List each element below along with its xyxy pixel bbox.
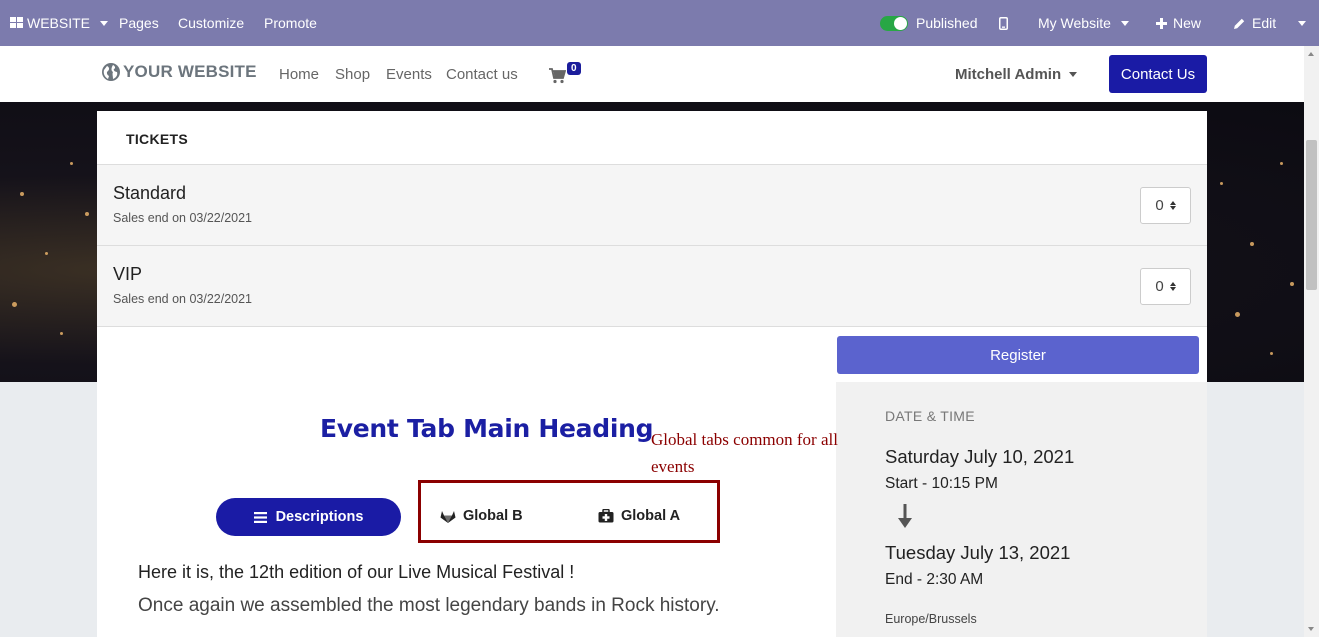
date-time-label: DATE & TIME	[885, 408, 975, 424]
bokeh-light	[60, 332, 63, 335]
website-menu-label: WEBSITE	[27, 15, 91, 31]
start-time: Start - 10:15 PM	[885, 475, 998, 492]
admin-topbar: WEBSITE Pages Customize Promote Publishe…	[0, 0, 1319, 46]
website-menu[interactable]: WEBSITE	[10, 0, 109, 46]
quantity-value: 0	[1155, 278, 1164, 295]
customize-label: Customize	[178, 15, 245, 31]
pencil-icon	[1234, 18, 1245, 29]
sort-arrows-icon	[1169, 201, 1176, 210]
arrow-down-icon	[898, 504, 912, 528]
logo-text: YOUR WEBSITE	[123, 62, 257, 81]
user-menu[interactable]: Mitchell Admin	[955, 66, 1078, 83]
bokeh-light	[70, 162, 73, 165]
page-scrollbar[interactable]	[1304, 46, 1319, 637]
published-label: Published	[916, 15, 978, 31]
nav-home[interactable]: Home	[279, 66, 319, 83]
scroll-thumb[interactable]	[1306, 140, 1317, 290]
more-menu[interactable]	[1298, 0, 1306, 46]
cart-count-badge: 0	[567, 62, 581, 75]
event-description-line: Once again we assembled the most legenda…	[138, 595, 720, 616]
user-name: Mitchell Admin	[955, 66, 1062, 83]
ticket-row: Standard Sales end on 03/22/2021 0	[97, 165, 1207, 246]
event-tab-heading: Event Tab Main Heading	[320, 414, 654, 443]
bokeh-light	[1290, 282, 1294, 286]
register-button[interactable]: Register	[837, 336, 1199, 374]
tickets-heading: TICKETS	[126, 131, 188, 147]
timezone: Europe/Brussels	[885, 612, 977, 626]
site-header: YOUR WEBSITE Home Shop Events Contact us…	[0, 46, 1304, 102]
shopping-cart-icon	[549, 68, 566, 84]
chevron-down-icon	[1069, 72, 1078, 77]
end-time: End - 2:30 AM	[885, 571, 984, 588]
customize-menu[interactable]: Customize	[178, 0, 244, 46]
bokeh-light	[12, 302, 17, 307]
ticket-name: Standard	[113, 183, 187, 203]
scroll-down-icon[interactable]	[1308, 627, 1314, 631]
chevron-down-icon	[1120, 20, 1129, 26]
ticket-quantity-select[interactable]: 0	[1140, 187, 1191, 224]
my-website-menu[interactable]: My Website	[1038, 0, 1129, 46]
end-date: Tuesday July 13, 2021	[885, 542, 1071, 563]
bokeh-light	[85, 212, 89, 216]
date-time-panel: DATE & TIME Saturday July 10, 2021 Start…	[836, 382, 1207, 637]
sort-arrows-icon	[1169, 282, 1176, 291]
bokeh-light	[1220, 182, 1223, 185]
tab-global-a[interactable]: Global A	[598, 508, 680, 524]
annotation-note: Global tabs common for all events	[651, 430, 838, 476]
apps-grid-icon	[10, 17, 23, 28]
ticket-sales-end: Sales end on 03/22/2021	[113, 292, 253, 306]
ticket-sales-end: Sales end on 03/22/2021	[113, 211, 253, 225]
bokeh-light	[1270, 352, 1273, 355]
tab-descriptions[interactable]: Descriptions	[216, 498, 401, 536]
bokeh-light	[45, 252, 48, 255]
toggle-switch-icon	[880, 15, 908, 31]
tab-global-b[interactable]: Global B	[440, 508, 523, 524]
new-button[interactable]: New	[1156, 0, 1201, 46]
plus-icon	[1156, 17, 1167, 29]
mobile-preview-button[interactable]	[999, 0, 1008, 46]
edit-button[interactable]: Edit	[1233, 0, 1276, 46]
promote-label: Promote	[264, 15, 317, 31]
published-toggle[interactable]: Published	[880, 0, 978, 46]
scroll-up-icon[interactable]	[1308, 52, 1314, 56]
pages-menu[interactable]: Pages	[119, 0, 159, 46]
contact-us-button[interactable]: Contact Us	[1109, 55, 1207, 93]
bars-icon	[253, 511, 267, 523]
quantity-value: 0	[1155, 197, 1164, 214]
medkit-icon	[598, 509, 614, 523]
tickets-header: TICKETS	[97, 111, 1207, 165]
nav-shop[interactable]: Shop	[335, 66, 370, 83]
bokeh-light	[1280, 162, 1283, 165]
tab-label: Global A	[621, 508, 681, 524]
site-logo[interactable]: YOUR WEBSITE	[101, 62, 257, 82]
bokeh-light	[1235, 312, 1240, 317]
promote-menu[interactable]: Promote	[264, 0, 317, 46]
pages-label: Pages	[119, 15, 159, 31]
edit-label: Edit	[1252, 15, 1277, 31]
ticket-name: VIP	[113, 264, 143, 284]
tab-label: Global B	[463, 508, 523, 524]
globe-icon	[102, 63, 120, 81]
event-description-line: Here it is, the 12th edition of our Live…	[138, 562, 575, 582]
my-website-label: My Website	[1038, 15, 1111, 31]
new-label: New	[1173, 15, 1202, 31]
gitlab-icon	[440, 511, 456, 523]
bokeh-light	[20, 192, 24, 196]
bokeh-light	[1250, 242, 1254, 246]
ticket-quantity-select[interactable]: 0	[1140, 268, 1191, 305]
mobile-icon	[999, 16, 1008, 30]
nav-events[interactable]: Events	[386, 66, 432, 83]
nav-contact-us[interactable]: Contact us	[446, 66, 518, 83]
ticket-row: VIP Sales end on 03/22/2021 0	[97, 246, 1207, 327]
chevron-down-icon	[1298, 20, 1306, 26]
tab-label: Descriptions	[275, 509, 364, 525]
start-date: Saturday July 10, 2021	[885, 446, 1075, 467]
chevron-down-icon	[100, 20, 109, 26]
